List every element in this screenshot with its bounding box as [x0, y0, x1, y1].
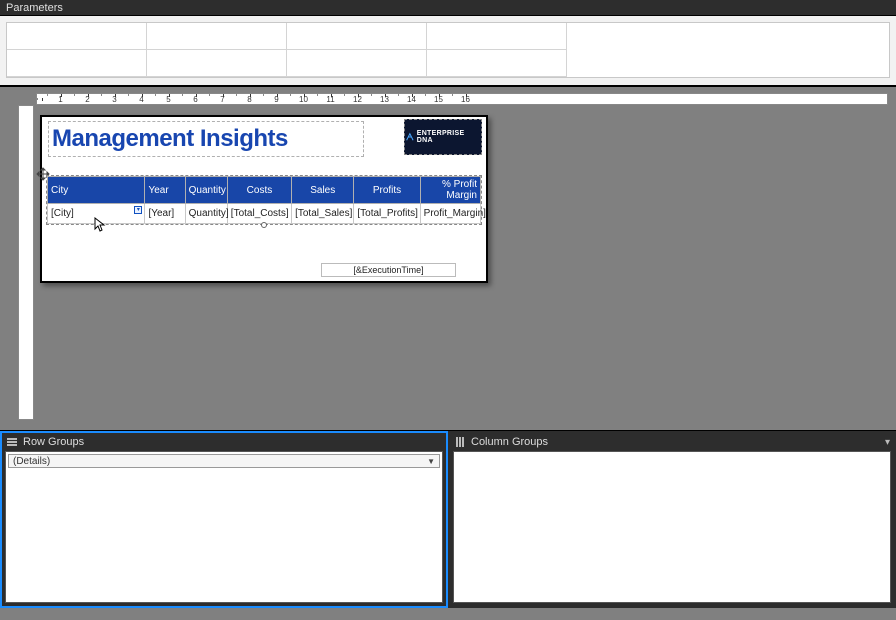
- row-groups-label: Row Groups: [23, 436, 84, 448]
- execution-time-textbox[interactable]: [&ExecutionTime]: [321, 263, 456, 277]
- vertical-ruler: [18, 105, 34, 420]
- grouping-pane[interactable]: Row Groups (Details) ▼ Column Groups ▾: [0, 430, 896, 608]
- ruler-tick: 5: [155, 95, 182, 104]
- ruler-tick: 2: [74, 95, 101, 104]
- col-costs[interactable]: Costs: [227, 177, 291, 204]
- logo-text: ENTERPRISE DNA: [417, 130, 481, 144]
- cell-city[interactable]: [City] ▾: [48, 204, 145, 224]
- ruler-tick: 15: [425, 95, 452, 104]
- param-cell[interactable]: [287, 23, 427, 50]
- column-groups-list[interactable]: [453, 451, 891, 603]
- row-groups-list[interactable]: (Details) ▼: [5, 451, 443, 603]
- cell-costs[interactable]: [Total_Costs]: [227, 204, 291, 224]
- field-selector-icon[interactable]: ▾: [134, 206, 142, 214]
- parameters-panel[interactable]: [0, 16, 896, 86]
- row-group-item-label: (Details): [13, 456, 50, 467]
- tablix[interactable]: City Year Quantity Costs Sales Profits %…: [46, 175, 482, 225]
- ruler-tick: 11: [317, 95, 344, 104]
- detail-row[interactable]: [City] ▾ [Year] Quantity] [Total_Costs] …: [48, 204, 481, 224]
- pane-menu-icon[interactable]: ▾: [885, 437, 890, 448]
- param-cell[interactable]: [427, 50, 567, 77]
- report-body[interactable]: Management Insights ENTERPRISE DNA City: [40, 115, 488, 283]
- column-groups-pane[interactable]: Column Groups ▾: [448, 431, 896, 608]
- ruler-tick: 16: [452, 95, 479, 104]
- col-city[interactable]: City: [48, 177, 145, 204]
- col-profits[interactable]: Profits: [354, 177, 420, 204]
- parameters-header: Parameters: [0, 0, 896, 16]
- ruler-tick: 14: [398, 95, 425, 104]
- ruler-tick: 9: [263, 95, 290, 104]
- row-group-item[interactable]: (Details) ▼: [8, 454, 440, 468]
- header-row[interactable]: City Year Quantity Costs Sales Profits %…: [48, 177, 481, 204]
- ruler-tick: 7: [209, 95, 236, 104]
- column-groups-header[interactable]: Column Groups ▾: [450, 433, 894, 451]
- cell-year[interactable]: [Year]: [145, 204, 185, 224]
- parameters-grid[interactable]: [6, 22, 890, 78]
- horizontal-ruler: 1 2 3 4 5 6 7 8 9 10 11 12 13 14 15 16: [36, 93, 888, 105]
- logo-icon: [405, 132, 415, 142]
- cell-sales[interactable]: [Total_Sales]: [292, 204, 354, 224]
- col-year[interactable]: Year: [145, 177, 185, 204]
- logo-image[interactable]: ENTERPRISE DNA: [404, 119, 482, 155]
- report-title-textbox[interactable]: Management Insights: [48, 121, 364, 157]
- param-cell[interactable]: [147, 50, 287, 77]
- col-profit-margin[interactable]: % Profit Margin: [420, 177, 480, 204]
- ruler-tick: 4: [128, 95, 155, 104]
- param-cell[interactable]: [147, 23, 287, 50]
- ruler-tick: 8: [236, 95, 263, 104]
- param-cell[interactable]: [287, 50, 427, 77]
- cell-profits[interactable]: [Total_Profits]: [354, 204, 420, 224]
- col-quantity[interactable]: Quantity: [185, 177, 227, 204]
- row-groups-header[interactable]: Row Groups: [2, 433, 446, 451]
- parameters-label: Parameters: [6, 2, 63, 14]
- ruler-tick: 13: [371, 95, 398, 104]
- row-groups-pane[interactable]: Row Groups (Details) ▼: [0, 431, 448, 608]
- column-groups-icon: [454, 436, 466, 448]
- cell-quantity[interactable]: Quantity]: [185, 204, 227, 224]
- dropdown-icon[interactable]: ▼: [427, 457, 435, 466]
- field-city: [City]: [51, 208, 74, 219]
- col-sales[interactable]: Sales: [292, 177, 354, 204]
- resize-handle-bottom[interactable]: [261, 222, 267, 228]
- ruler-tick: 10: [290, 95, 317, 104]
- ruler-tick: 3: [101, 95, 128, 104]
- param-cell[interactable]: [7, 50, 147, 77]
- ruler-tick: 6: [182, 95, 209, 104]
- ruler-tick: 1: [47, 95, 74, 104]
- column-groups-label: Column Groups: [471, 436, 548, 448]
- param-cell[interactable]: [427, 23, 567, 50]
- report-title-text: Management Insights: [52, 125, 288, 153]
- cell-profit-margin[interactable]: Profit_Margin]: [420, 204, 480, 224]
- design-canvas[interactable]: 1 2 3 4 5 6 7 8 9 10 11 12 13 14 15 16 M…: [0, 86, 896, 428]
- ruler-tick: 12: [344, 95, 371, 104]
- execution-time-value: [&ExecutionTime]: [353, 265, 423, 275]
- row-groups-icon: [6, 436, 18, 448]
- param-cell[interactable]: [7, 23, 147, 50]
